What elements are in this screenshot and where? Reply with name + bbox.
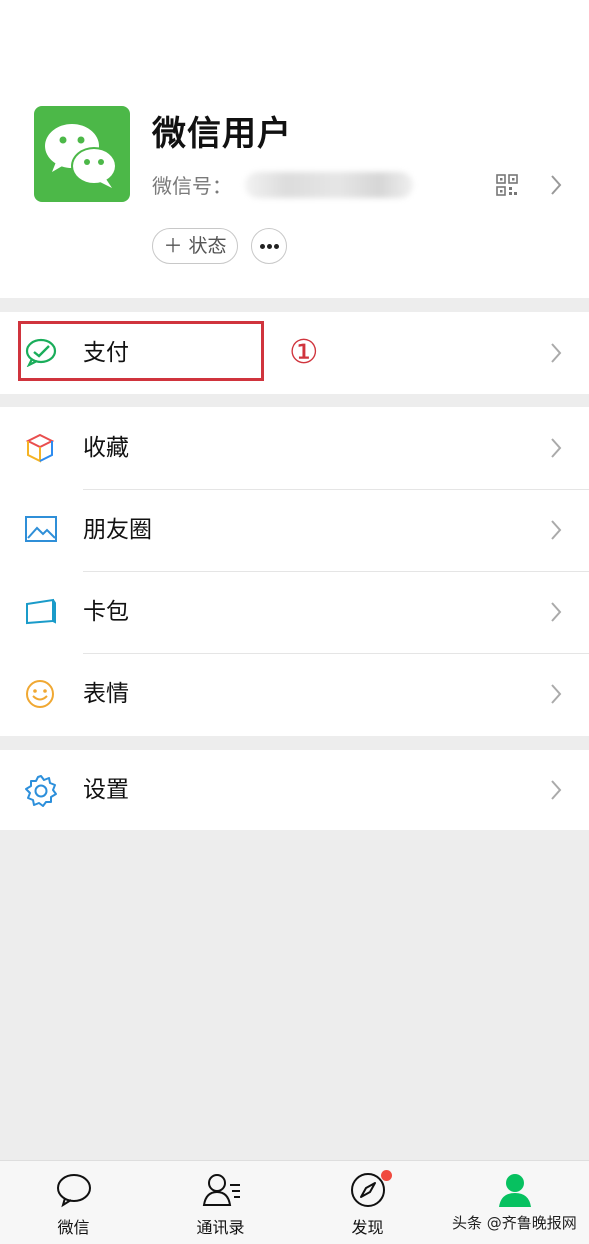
tab-label: 微信 xyxy=(57,1218,90,1237)
wechat-id-value-redacted xyxy=(245,172,413,198)
menu-item-stickers[interactable]: 表情 xyxy=(0,653,589,735)
menu-item-label: 卡包 xyxy=(83,599,129,625)
chat-bubble-icon xyxy=(57,1174,91,1208)
avatar[interactable] xyxy=(34,106,130,202)
chevron-right-icon xyxy=(549,519,563,545)
tab-contacts[interactable]: 通讯录 xyxy=(147,1161,294,1244)
cube-icon xyxy=(24,432,56,468)
pay-highlight-box xyxy=(18,321,264,381)
menu-item-label: 收藏 xyxy=(83,435,129,461)
chevron-right-icon xyxy=(549,601,563,627)
chevron-right-icon xyxy=(549,342,563,368)
tab-label: 通讯录 xyxy=(196,1218,245,1237)
profile-name: 微信用户 xyxy=(152,114,292,154)
step-marker: ① xyxy=(289,332,319,371)
settings-group: 设置 xyxy=(0,750,589,830)
wechat-id-label: 微信号： xyxy=(152,174,232,198)
card-wallet-icon xyxy=(24,596,58,630)
image-icon xyxy=(24,514,58,548)
watermark: 头条 @齐鲁晚报网 xyxy=(452,1214,577,1232)
tab-discover[interactable]: 发现 xyxy=(294,1161,441,1244)
tab-label: 发现 xyxy=(351,1218,384,1237)
menu-item-cards[interactable]: 卡包 xyxy=(0,571,589,653)
person-icon xyxy=(499,1174,531,1207)
wechat-logo-icon xyxy=(45,124,117,188)
menu-item-label: 表情 xyxy=(83,681,129,707)
tab-chats[interactable]: 微信 xyxy=(0,1161,147,1244)
menu-item-label: 设置 xyxy=(83,777,129,803)
contacts-icon xyxy=(202,1174,240,1206)
menu-item-moments[interactable]: 朋友圈 xyxy=(0,489,589,571)
chevron-right-icon xyxy=(549,779,563,805)
more-options-button[interactable] xyxy=(251,228,287,264)
add-status-button[interactable]: ＋ 状态 xyxy=(152,228,238,264)
profile-header: 微信用户 微信号： ＋ 状态 xyxy=(0,0,589,298)
chevron-right-icon xyxy=(549,683,563,709)
gear-icon xyxy=(24,774,58,812)
menu-item-favorites[interactable]: 收藏 xyxy=(0,407,589,489)
discover-badge-dot xyxy=(381,1170,392,1181)
menu-item-label: 朋友圈 xyxy=(83,517,152,543)
features-group: 收藏 朋友圈 卡包 表情 xyxy=(0,407,589,736)
profile-chevron-icon[interactable] xyxy=(549,174,563,200)
chevron-right-icon xyxy=(549,437,563,463)
menu-item-settings[interactable]: 设置 xyxy=(0,750,589,832)
qr-code-icon[interactable] xyxy=(496,174,518,200)
smiley-icon xyxy=(24,678,56,714)
